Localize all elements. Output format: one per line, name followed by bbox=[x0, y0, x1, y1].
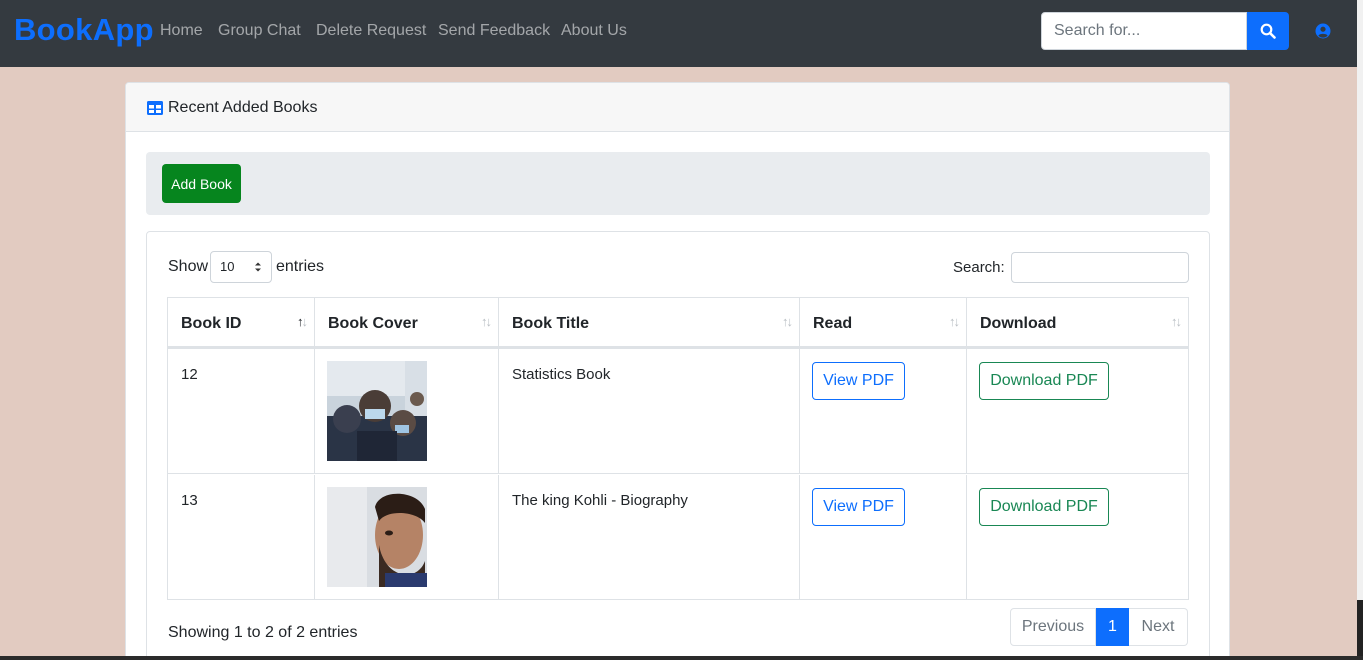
nav-link-delete-request[interactable]: Delete Request bbox=[316, 22, 426, 40]
th-read[interactable]: Read ↑↓ bbox=[800, 298, 967, 346]
book-id: 13 bbox=[181, 492, 198, 509]
book-title: Statistics Book bbox=[512, 366, 611, 383]
td-read: View PDF bbox=[800, 349, 967, 473]
card-toolbar: Add Book bbox=[146, 152, 1210, 215]
th-download[interactable]: Download ↑↓ bbox=[967, 298, 1188, 346]
sort-asc-icon: ↑↓ bbox=[297, 314, 308, 329]
datatable-wrapper: Show 10 entries Search: Book ID ↑↓ Book … bbox=[146, 231, 1210, 660]
td-book-id: 13 bbox=[168, 475, 315, 599]
sort-icon: ↑↓ bbox=[481, 314, 492, 329]
window-bottom-edge bbox=[0, 656, 1363, 660]
top-navbar: BookApp Home Group Chat Delete Request S… bbox=[0, 0, 1357, 67]
table-icon bbox=[147, 101, 163, 115]
user-circle-icon[interactable] bbox=[1315, 23, 1331, 39]
page-length-select[interactable]: 10 bbox=[210, 251, 272, 283]
add-book-button[interactable]: Add Book bbox=[162, 164, 241, 203]
th-book-title-label: Book Title bbox=[512, 315, 590, 332]
brand-logo[interactable]: BookApp bbox=[14, 12, 154, 48]
th-book-title[interactable]: Book Title ↑↓ bbox=[499, 298, 800, 346]
table-header-row: Book ID ↑↓ Book Cover ↑↓ Book Title ↑↓ R… bbox=[168, 298, 1188, 349]
card-title: Recent Added Books bbox=[168, 99, 318, 116]
td-book-cover bbox=[315, 349, 499, 473]
select-arrows-icon bbox=[255, 262, 261, 272]
pagination-previous[interactable]: Previous bbox=[1010, 608, 1096, 646]
td-book-title: Statistics Book bbox=[499, 349, 800, 473]
page-scrollbar[interactable] bbox=[1357, 0, 1363, 660]
nav-link-about-us[interactable]: About Us bbox=[561, 22, 627, 40]
table-search-label: Search: bbox=[953, 259, 1005, 276]
card-header: Recent Added Books bbox=[126, 83, 1229, 132]
sort-icon: ↑↓ bbox=[1171, 314, 1182, 329]
page-length-value: 10 bbox=[220, 259, 235, 274]
th-read-label: Read bbox=[813, 315, 853, 332]
book-cover-image bbox=[327, 487, 427, 587]
td-book-id: 12 bbox=[168, 349, 315, 473]
nav-link-home[interactable]: Home bbox=[160, 22, 203, 40]
td-download: Download PDF bbox=[967, 475, 1188, 599]
th-book-cover-label: Book Cover bbox=[328, 315, 418, 332]
th-book-id[interactable]: Book ID ↑↓ bbox=[168, 298, 315, 346]
nav-link-group-chat[interactable]: Group Chat bbox=[218, 22, 301, 40]
recent-books-card: Recent Added Books Add Book Show 10 entr… bbox=[125, 82, 1230, 660]
download-pdf-button[interactable]: Download PDF bbox=[979, 488, 1109, 526]
table-row: 12 Statistics Book View PDF Download PDF bbox=[168, 349, 1188, 474]
navbar-search-input[interactable] bbox=[1041, 12, 1247, 50]
download-pdf-button[interactable]: Download PDF bbox=[979, 362, 1109, 400]
sort-icon: ↑↓ bbox=[782, 314, 793, 329]
th-book-id-label: Book ID bbox=[181, 315, 242, 332]
pagination-next[interactable]: Next bbox=[1129, 608, 1188, 646]
td-book-cover bbox=[315, 475, 499, 599]
table-row: 13 The king Kohli - Biography View PDF D… bbox=[168, 475, 1188, 599]
td-book-title: The king Kohli - Biography bbox=[499, 475, 800, 599]
scrollbar-corner bbox=[1357, 600, 1363, 660]
entries-label: entries bbox=[276, 258, 325, 275]
show-label: Show bbox=[168, 258, 209, 275]
td-read: View PDF bbox=[800, 475, 967, 599]
search-icon bbox=[1260, 23, 1276, 39]
sort-icon: ↑↓ bbox=[949, 314, 960, 329]
navbar-search-button[interactable] bbox=[1247, 12, 1289, 50]
book-cover-image bbox=[327, 361, 427, 461]
th-book-cover[interactable]: Book Cover ↑↓ bbox=[315, 298, 499, 346]
book-id: 12 bbox=[181, 366, 198, 383]
pagination: Previous 1 Next bbox=[1010, 608, 1188, 646]
book-title: The king Kohli - Biography bbox=[512, 492, 688, 509]
table-info: Showing 1 to 2 of 2 entries bbox=[168, 624, 358, 641]
view-pdf-button[interactable]: View PDF bbox=[812, 488, 905, 526]
books-table: Book ID ↑↓ Book Cover ↑↓ Book Title ↑↓ R… bbox=[167, 297, 1189, 600]
th-download-label: Download bbox=[980, 315, 1057, 332]
nav-link-send-feedback[interactable]: Send Feedback bbox=[438, 22, 550, 40]
view-pdf-button[interactable]: View PDF bbox=[812, 362, 905, 400]
pagination-page-1[interactable]: 1 bbox=[1096, 608, 1129, 646]
table-search-input[interactable] bbox=[1011, 252, 1189, 283]
td-download: Download PDF bbox=[967, 349, 1188, 473]
